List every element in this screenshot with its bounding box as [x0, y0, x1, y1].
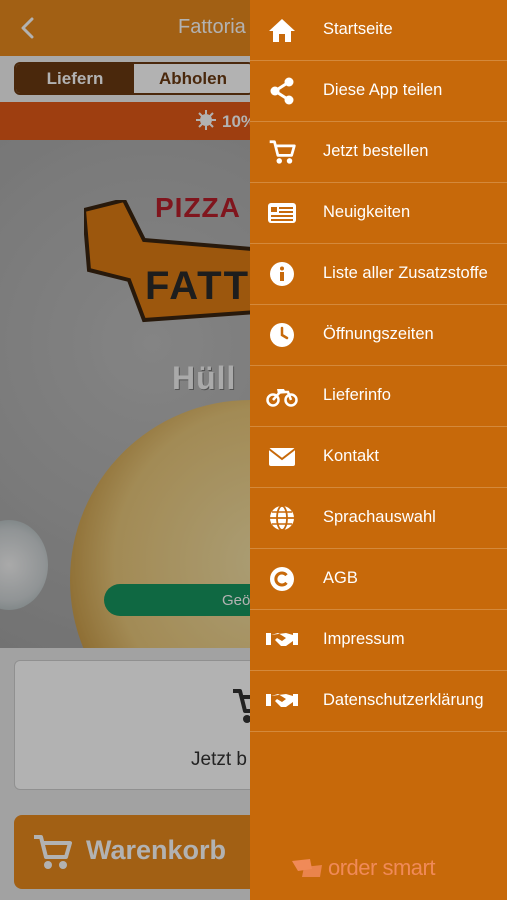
order-smart-logo-icon — [292, 859, 322, 877]
menu-label: Neuigkeiten — [323, 203, 411, 221]
menu-item-news[interactable]: Neuigkeiten — [250, 183, 507, 244]
globe-icon — [266, 502, 298, 534]
share-icon — [266, 75, 298, 107]
menu-item-opening-hours[interactable]: Öffnungszeiten — [250, 305, 507, 366]
home-icon — [266, 14, 298, 46]
side-drawer: Startseite Diese App teilen Jetzt bestel… — [250, 0, 507, 900]
menu-label: Öffnungszeiten — [323, 325, 434, 343]
menu-label: Startseite — [323, 20, 393, 38]
menu-label: AGB — [323, 569, 358, 587]
menu-item-privacy[interactable]: Datenschutzerklärung — [250, 671, 507, 732]
news-icon — [266, 197, 298, 229]
cart-icon — [266, 136, 298, 168]
copyright-icon — [266, 563, 298, 595]
handshake-icon — [266, 624, 298, 656]
menu-item-language[interactable]: Sprachauswahl — [250, 488, 507, 549]
handshake-icon — [266, 685, 298, 717]
menu-item-delivery-info[interactable]: Lieferinfo — [250, 366, 507, 427]
menu-label: Impressum — [323, 630, 405, 648]
menu-item-imprint[interactable]: Impressum — [250, 610, 507, 671]
menu-item-contact[interactable]: Kontakt — [250, 427, 507, 488]
motorcycle-icon — [266, 380, 298, 412]
menu-label: Datenschutzerklärung — [323, 691, 484, 709]
order-smart-brand-text: order smart — [328, 855, 435, 880]
drawer-menu: Startseite Diese App teilen Jetzt bestel… — [250, 0, 507, 732]
menu-item-additives[interactable]: Liste aller Zusatzstoffe — [250, 244, 507, 305]
menu-item-share[interactable]: Diese App teilen — [250, 61, 507, 122]
menu-label: Lieferinfo — [323, 386, 391, 404]
envelope-icon — [266, 441, 298, 473]
menu-item-agb[interactable]: AGB — [250, 549, 507, 610]
menu-label: Sprachauswahl — [323, 508, 436, 526]
menu-label: Kontakt — [323, 447, 379, 465]
menu-label: Liste aller Zusatzstoffe — [323, 264, 488, 282]
menu-item-order-now[interactable]: Jetzt bestellen — [250, 122, 507, 183]
menu-label: Jetzt bestellen — [323, 142, 429, 160]
clock-icon — [266, 319, 298, 351]
order-smart-logo: order smart — [290, 855, 435, 881]
menu-item-startseite[interactable]: Startseite — [250, 0, 507, 61]
info-icon — [266, 258, 298, 290]
menu-label: Diese App teilen — [323, 81, 443, 99]
